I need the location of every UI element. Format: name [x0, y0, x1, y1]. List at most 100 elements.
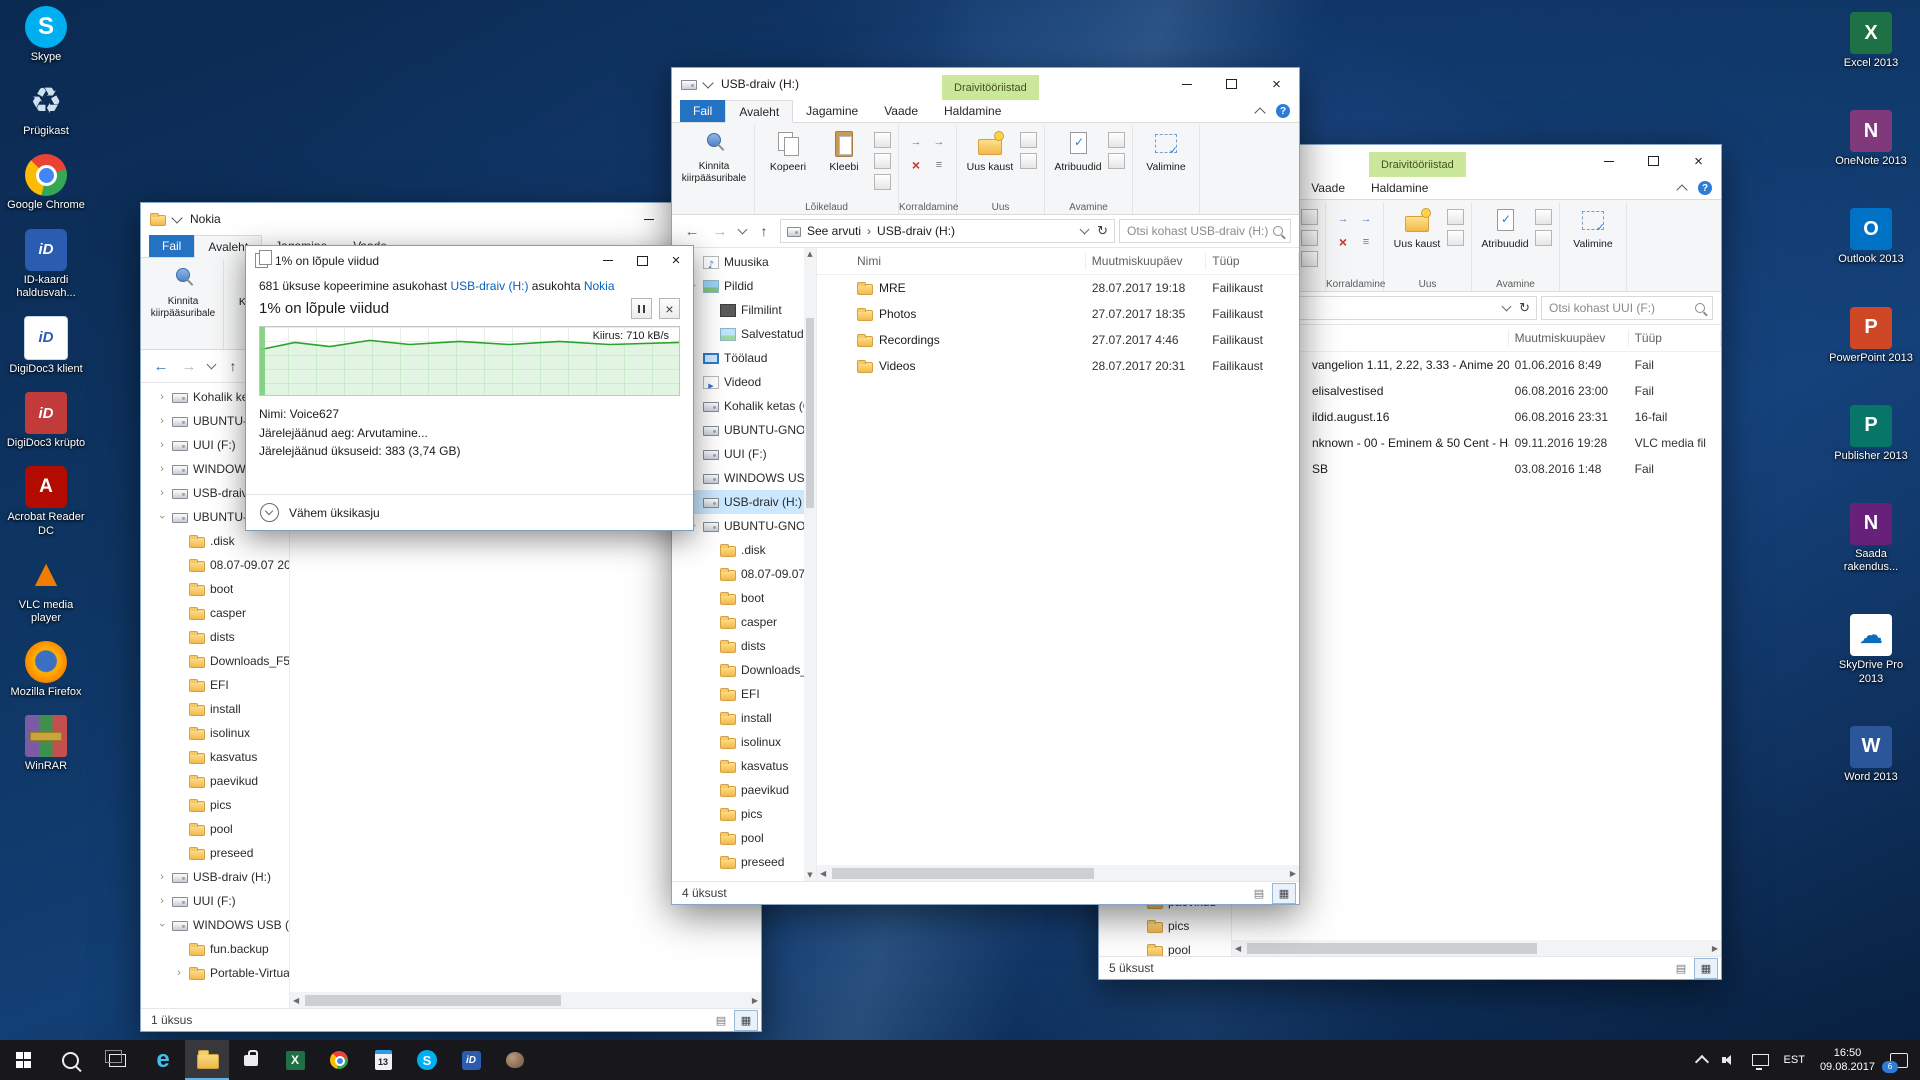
titlebar[interactable]: Nokia — [141, 203, 761, 235]
expand-chevron-icon[interactable] — [157, 391, 167, 403]
scroll-left-icon[interactable]: ◀ — [820, 869, 826, 878]
tab-view[interactable]: Vaade — [871, 100, 931, 122]
back-button[interactable] — [680, 219, 704, 243]
rename-icon[interactable] — [931, 157, 947, 173]
tree-item[interactable]: .disk — [141, 529, 289, 553]
notification-center-icon[interactable]: 6 — [1890, 1053, 1908, 1068]
expand-chevron-icon[interactable] — [157, 463, 167, 475]
scroll-thumb[interactable] — [832, 868, 1094, 879]
forward-button[interactable] — [708, 219, 732, 243]
file-row[interactable]: Videos 28.07.2017 20:31 Failikaust — [817, 353, 1299, 379]
copy-path-icon[interactable] — [1301, 230, 1318, 246]
pause-button[interactable] — [631, 298, 652, 319]
column-type[interactable]: Tüüp — [1206, 253, 1299, 270]
tab-view[interactable]: Vaade — [1298, 177, 1358, 199]
desktop-icon[interactable]: X Excel 2013 — [1828, 12, 1914, 70]
drive-tools-context-tab[interactable]: Draivitööriistad — [1369, 152, 1466, 177]
desktop-icon[interactable]: Mozilla Firefox — [3, 641, 89, 699]
desktop-icon[interactable]: ▲ VLC media player — [3, 554, 89, 625]
rename-icon[interactable] — [1358, 234, 1374, 250]
desktop-icon[interactable]: Google Chrome — [3, 154, 89, 212]
expand-chevron-icon[interactable] — [174, 967, 184, 979]
taskbar-app-button[interactable]: e — [141, 1040, 185, 1080]
thumbnails-view-button[interactable]: ▦ — [1272, 883, 1296, 904]
minimize-button[interactable] — [1164, 68, 1209, 100]
expand-chevron-icon[interactable] — [157, 919, 167, 931]
tree-item[interactable]: fun.backup — [141, 937, 289, 961]
tree-item[interactable]: Downloads_F5BF — [672, 658, 804, 682]
scroll-right-icon[interactable]: ▶ — [1712, 944, 1718, 953]
address-dropdown-icon[interactable] — [1080, 225, 1090, 235]
maximize-button[interactable] — [1209, 68, 1254, 100]
tree-item[interactable]: isolinux — [672, 730, 804, 754]
tree-item[interactable]: dists — [141, 625, 289, 649]
up-button[interactable] — [752, 219, 776, 243]
maximize-button[interactable] — [625, 246, 659, 275]
tree-item[interactable]: pool — [1099, 938, 1231, 956]
new-folder-button[interactable]: Uus kaust — [1389, 204, 1445, 250]
dialog-titlebar[interactable]: 1% on lõpule viidud — [246, 246, 693, 275]
taskbar-app-button[interactable]: iD — [449, 1040, 493, 1080]
copy-to-icon[interactable] — [1358, 211, 1374, 227]
file-row[interactable]: SB 03.08.2016 1:48 Fail — [1232, 456, 1721, 482]
tab-home[interactable]: Avaleht — [725, 100, 793, 123]
maximize-button[interactable] — [1631, 145, 1676, 177]
back-button[interactable] — [149, 354, 173, 378]
file-row[interactable]: ildid.august.16 06.08.2016 23:31 16-fail — [1232, 404, 1721, 430]
address-box[interactable]: See arvuti USB-draiv (H:) — [780, 219, 1115, 243]
easy-access-icon[interactable] — [1020, 153, 1037, 169]
expand-chevron-icon[interactable] — [157, 439, 167, 451]
copy-button[interactable]: Kopeeri — [760, 127, 816, 173]
new-item-icon[interactable] — [1447, 209, 1464, 225]
breadcrumb-location[interactable]: USB-draiv (H:) — [877, 224, 955, 238]
quick-access-chevron-icon[interactable] — [702, 77, 713, 88]
scroll-right-icon[interactable]: ▶ — [752, 996, 758, 1005]
tree-item[interactable]: preseed — [672, 850, 804, 874]
column-name[interactable]: Nimi — [817, 253, 1086, 270]
close-button[interactable] — [1254, 68, 1299, 100]
edit-icon[interactable] — [1535, 209, 1552, 225]
tree-item[interactable]: boot — [672, 586, 804, 610]
desktop-icon[interactable]: A Acrobat Reader DC — [3, 466, 89, 537]
breadcrumb-root[interactable]: See arvuti — [807, 224, 861, 238]
tree-item[interactable]: dists — [672, 634, 804, 658]
desktop-icon[interactable]: iD ID-kaardi haldusvah... — [3, 229, 89, 300]
taskbar-app-button[interactable] — [185, 1040, 229, 1080]
history-dropdown-icon[interactable] — [205, 354, 217, 378]
properties-button[interactable]: Atribuudid — [1477, 204, 1533, 250]
tree-item[interactable]: Downloads_F5BF — [141, 649, 289, 673]
desktop-icon[interactable]: WinRAR — [3, 715, 89, 773]
expand-chevron-icon[interactable] — [157, 895, 167, 907]
tree-item[interactable]: kasvatus — [672, 754, 804, 778]
keyboard-language[interactable]: EST — [1784, 1054, 1805, 1066]
delete-icon[interactable] — [1335, 234, 1351, 250]
tree-item[interactable]: .disk — [672, 538, 804, 562]
new-folder-button[interactable]: Uus kaust — [962, 127, 1018, 173]
file-row[interactable]: Recordings 27.07.2017 4:46 Failikaust — [817, 327, 1299, 353]
file-row[interactable]: nknown - 00 - Eminem & 50 Cent - Hail...… — [1232, 430, 1721, 456]
forward-button[interactable] — [177, 354, 201, 378]
file-row[interactable]: vangelion 1.11, 2.22, 3.33 - Anime 2007-… — [1232, 352, 1721, 378]
selection-button[interactable]: Valimine — [1138, 127, 1194, 173]
desktop-icon[interactable]: iD DigiDoc3 klient — [3, 316, 89, 376]
thumbnails-view-button[interactable]: ▦ — [1694, 958, 1718, 979]
scroll-left-icon[interactable]: ◀ — [1235, 944, 1241, 953]
network-icon[interactable] — [1752, 1054, 1769, 1066]
ribbon-collapse-icon[interactable] — [1254, 107, 1265, 118]
tree-item[interactable]: pics — [141, 793, 289, 817]
tree-item[interactable]: isolinux — [141, 721, 289, 745]
sidebar-scrollbar[interactable] — [804, 248, 816, 881]
copy-to-icon[interactable] — [931, 134, 947, 150]
tree-item[interactable]: EFI — [141, 673, 289, 697]
history-icon[interactable] — [1108, 153, 1125, 169]
easy-access-icon[interactable] — [1447, 230, 1464, 246]
tab-share[interactable]: Jagamine — [793, 100, 871, 122]
drive-tools-context-tab[interactable]: Draivitööriistad — [942, 75, 1039, 100]
help-icon[interactable]: ? — [1276, 104, 1290, 118]
paste-button[interactable]: Kleebi — [816, 127, 872, 173]
history-icon[interactable] — [1535, 230, 1552, 246]
task-view-button[interactable] — [94, 1040, 141, 1080]
minimize-button[interactable] — [591, 246, 625, 275]
start-button[interactable] — [0, 1040, 47, 1080]
refresh-icon[interactable] — [1097, 224, 1108, 239]
